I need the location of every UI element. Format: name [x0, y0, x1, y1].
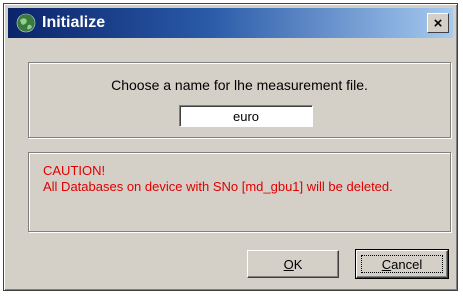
caution-group: CAUTION! All Databases on device with SN…: [28, 152, 451, 232]
close-button[interactable]: ×: [427, 13, 449, 33]
filename-prompt-label: Choose a name for lhe measurement file.: [111, 77, 368, 93]
window-title: Initialize: [42, 14, 106, 31]
ok-mnemonic: O: [283, 256, 294, 272]
filename-input[interactable]: [179, 105, 313, 127]
initialize-dialog: Initialize × Choose a name for lhe measu…: [3, 3, 458, 291]
focus-rect: [361, 255, 443, 273]
caution-message: CAUTION! All Databases on device with SN…: [43, 163, 433, 195]
globe-icon: [16, 13, 36, 33]
ok-button[interactable]: OK: [247, 250, 339, 278]
close-icon: ×: [433, 14, 443, 32]
caution-text: All Databases on device with SNo [md_gbu…: [43, 179, 393, 194]
title-bar[interactable]: Initialize ×: [8, 8, 453, 38]
ok-label: K: [293, 256, 303, 272]
filename-group: Choose a name for lhe measurement file.: [28, 62, 451, 138]
caution-heading: CAUTION!: [43, 163, 106, 178]
cancel-button[interactable]: Cancel: [355, 249, 449, 279]
